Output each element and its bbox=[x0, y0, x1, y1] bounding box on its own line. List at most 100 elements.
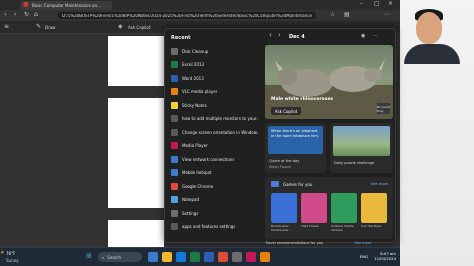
chrome-icon bbox=[171, 182, 178, 190]
ask-copilot-label: Ask Copilot bbox=[274, 108, 298, 114]
recent-item-label: Sticky Notes bbox=[182, 102, 207, 108]
recent-item-label: Settings bbox=[182, 210, 199, 216]
recent-item[interactable]: Media Player bbox=[171, 140, 259, 152]
maximize-icon[interactable]: □ bbox=[374, 1, 380, 7]
see-more-link[interactable]: See more bbox=[371, 182, 388, 186]
search-result-icon bbox=[171, 115, 178, 122]
refresh-icon[interactable]: ↻ bbox=[24, 12, 29, 18]
clock[interactable]: 8:07 am 12/04/2024 bbox=[374, 251, 396, 262]
puzzle-title: Daily puzzle challenge bbox=[334, 161, 375, 165]
word-icon[interactable] bbox=[204, 252, 214, 262]
language-indicator[interactable]: ENG bbox=[360, 254, 368, 259]
webcam-overlay bbox=[400, 0, 474, 266]
quote-text: When there's an elephant in the room int… bbox=[268, 126, 323, 154]
media-player-icon[interactable] bbox=[246, 252, 256, 262]
copilot-icon[interactable]: ◉ bbox=[361, 34, 365, 39]
close-icon[interactable]: × bbox=[388, 1, 393, 7]
game-tile[interactable] bbox=[331, 193, 357, 223]
recent-item[interactable]: Mobile hotspot bbox=[171, 167, 259, 179]
address-field[interactable]: D:/1%20BUSTP%20Files/1%20BIP%20Notes/202… bbox=[58, 12, 316, 19]
taskbar: ☀ 76°F Sunny ⊞ ⌕ Search ENG 8:07 am 12/0… bbox=[0, 247, 400, 266]
forward-icon[interactable]: › bbox=[14, 12, 16, 18]
recent-item-label: Mobile hotspot bbox=[182, 170, 212, 175]
media-player-icon bbox=[171, 142, 178, 149]
recent-item[interactable]: apps and features settings bbox=[171, 221, 259, 233]
recent-item[interactable]: Word 2013 bbox=[171, 72, 259, 84]
back-icon[interactable]: ‹ bbox=[4, 12, 6, 18]
clock-date: 12/04/2024 bbox=[374, 256, 396, 262]
edge-icon[interactable] bbox=[176, 252, 186, 262]
task-view-icon[interactable] bbox=[148, 252, 158, 262]
ask-copilot-label[interactable]: Ask Copilot bbox=[128, 26, 150, 30]
game-title: Tiled Puzzle bbox=[301, 224, 319, 228]
network-icon bbox=[171, 155, 178, 163]
logo-text: Microsoft Bing bbox=[376, 104, 391, 113]
sticky-notes-icon bbox=[171, 101, 178, 109]
favorites-icon[interactable]: ☆ bbox=[330, 12, 335, 18]
game-tile[interactable] bbox=[301, 193, 327, 223]
feed-date: Dec 4 bbox=[289, 34, 305, 40]
recent-item-label: Notepad bbox=[182, 197, 199, 202]
recent-item[interactable]: Notepad bbox=[171, 194, 259, 206]
minimize-icon[interactable]: – bbox=[360, 1, 363, 7]
word-icon bbox=[171, 74, 178, 82]
disk-cleanup-icon bbox=[171, 47, 178, 55]
next-icon[interactable]: › bbox=[278, 32, 281, 39]
weather-desc[interactable]: Sunny bbox=[6, 258, 19, 263]
quote-title: Quote of the day bbox=[269, 159, 300, 163]
recent-item[interactable]: how to add multiple monitors to your... bbox=[171, 113, 259, 125]
quote-card[interactable]: When there's an elephant in the room int… bbox=[265, 123, 326, 173]
address-bar-row: ‹ › ↻ ⌂ D:/1%20BUSTP%20Files/1%20BIP%20N… bbox=[0, 10, 400, 21]
recent-item[interactable]: Settings bbox=[171, 207, 259, 219]
home-icon[interactable]: ⌂ bbox=[34, 12, 38, 18]
see-more-link[interactable]: See more bbox=[354, 241, 371, 245]
recent-item-label: Media Player bbox=[182, 143, 208, 148]
recent-item[interactable]: Google Chrome bbox=[171, 180, 259, 192]
more-options-icon[interactable]: ⋯ bbox=[384, 12, 390, 18]
hero-card[interactable]: Male white rhinoceroses Ask Copilot Micr… bbox=[265, 45, 393, 119]
more-options-icon[interactable]: ⋯ bbox=[373, 34, 378, 39]
recent-item[interactable]: Change screen orientation in Window... bbox=[171, 126, 259, 138]
weather-icon[interactable]: ☀ bbox=[0, 251, 4, 256]
gear-icon bbox=[171, 209, 178, 217]
chrome-icon[interactable] bbox=[218, 252, 228, 262]
quote-author: Randy Pausch bbox=[269, 165, 292, 169]
pdf-icon: ■ bbox=[23, 1, 29, 8]
excel-icon[interactable] bbox=[190, 252, 200, 262]
taskbar-search[interactable]: ⌕ Search bbox=[98, 252, 142, 262]
recent-item[interactable]: Disk Cleanup bbox=[171, 45, 259, 57]
game-title: Solitaire Puzzle Venture bbox=[331, 224, 354, 232]
start-icon[interactable]: ⊞ bbox=[86, 253, 92, 260]
pdf-page bbox=[108, 98, 164, 208]
recent-item-label: Word 2013 bbox=[182, 75, 204, 81]
search-result-icon bbox=[171, 223, 178, 230]
weather-temp[interactable]: 76°F bbox=[6, 251, 15, 256]
recent-heading: Recent bbox=[171, 35, 191, 41]
contents-icon[interactable]: ≡ bbox=[4, 24, 9, 30]
pdf-page bbox=[108, 220, 164, 247]
recent-item[interactable]: VLC media player bbox=[171, 86, 259, 98]
vlc-icon[interactable] bbox=[260, 252, 270, 262]
file-explorer-icon[interactable] bbox=[162, 252, 172, 262]
draw-icon[interactable]: ✎ bbox=[36, 24, 41, 30]
collections-icon[interactable]: ▤ bbox=[344, 12, 350, 18]
game-tile[interactable] bbox=[361, 193, 387, 223]
copilot-icon[interactable]: ◈ bbox=[118, 24, 123, 30]
tab-title: Basic Computer Maintenance an... bbox=[32, 3, 101, 8]
browser-tab[interactable]: ■ Basic Computer Maintenance an... bbox=[20, 1, 112, 10]
hotspot-icon bbox=[171, 169, 178, 176]
puzzle-card[interactable]: Daily puzzle challenge bbox=[330, 123, 393, 173]
recent-item-label: Google Chrome bbox=[182, 183, 214, 189]
game-tile[interactable] bbox=[271, 193, 297, 223]
notepad-icon bbox=[171, 196, 178, 203]
prev-icon[interactable]: ‹ bbox=[269, 32, 272, 39]
ask-copilot-button[interactable]: Ask Copilot bbox=[271, 107, 301, 115]
recent-item[interactable]: Sticky Notes bbox=[171, 99, 259, 111]
games-card: Games for you See more Blockbuster: Adve… bbox=[265, 177, 393, 239]
vlc-icon bbox=[171, 88, 178, 95]
settings-icon[interactable] bbox=[232, 252, 242, 262]
draw-label[interactable]: Draw bbox=[45, 26, 55, 30]
recent-item[interactable]: View network connections bbox=[171, 153, 259, 165]
recent-item[interactable]: Excel 2013 bbox=[171, 59, 259, 71]
recent-item-label: View network connections bbox=[182, 156, 235, 162]
